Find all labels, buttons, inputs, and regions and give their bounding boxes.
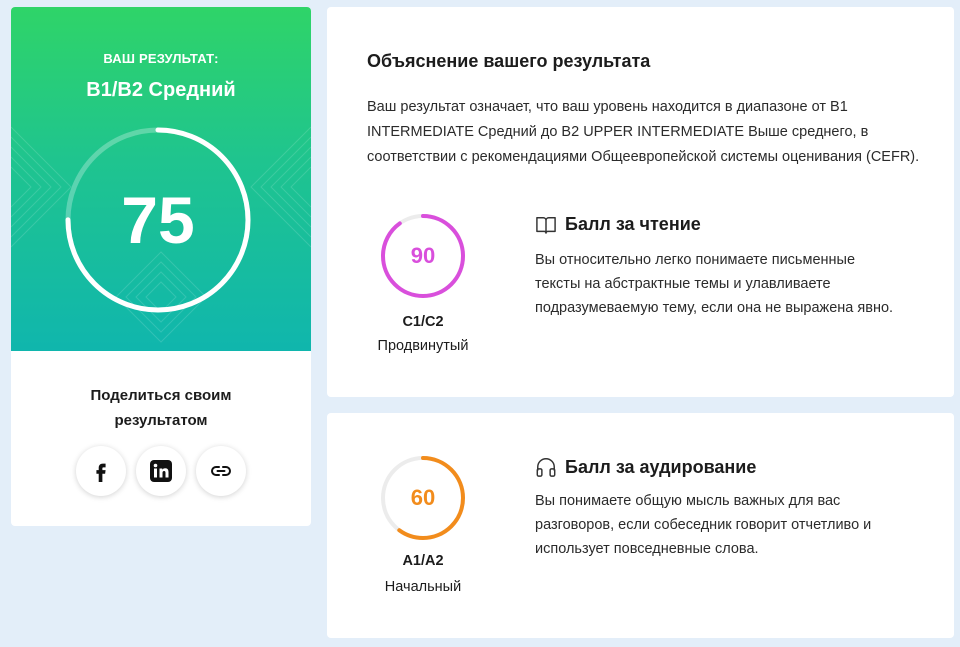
share-linkedin-button[interactable] [136, 446, 186, 496]
share-copy-link-button[interactable] [196, 446, 246, 496]
share-title: Поделиться своим результатом [90, 387, 232, 429]
reading-title: Балл за чтение [565, 214, 701, 234]
result-hero: ВАШ РЕЗУЛЬТАТ: B1/B2 Средний 75 [11, 7, 311, 351]
listening-title: Балл за аудирование [565, 456, 757, 477]
listening-heading: Балл за аудирование [535, 456, 756, 478]
book-icon [536, 216, 556, 234]
reading-text: Вы относительно легко понимаете письменн… [535, 252, 894, 316]
result-level: B1/B2 Средний [86, 79, 236, 101]
reading-score: 90 [410, 243, 436, 268]
listening-text: Вы понимаете общую мысль важных для вас … [535, 493, 872, 557]
explanation-card: Объяснение вашего результата Ваш результ… [327, 7, 954, 397]
reading-level-code: C1/C2 [402, 314, 444, 330]
link-icon [211, 466, 231, 476]
facebook-icon [96, 463, 106, 482]
reading-level-name: Продвинутый [377, 338, 469, 354]
share-facebook-button[interactable] [76, 446, 126, 496]
result-card: ВАШ РЕЗУЛЬТАТ: B1/B2 Средний 75 Поделить… [11, 7, 311, 526]
listening-score: 60 [410, 485, 436, 510]
listening-level-code: A1/A2 [402, 553, 444, 569]
result-score: 75 [121, 183, 195, 257]
explanation-title: Объяснение вашего результата [367, 51, 651, 71]
result-label: ВАШ РЕЗУЛЬТАТ: [103, 51, 219, 66]
explanation-text: Ваш результат означает, что ваш уровень … [367, 99, 920, 165]
linkedin-icon [150, 460, 172, 482]
headphones-icon [536, 458, 556, 477]
listening-card: 60 A1/A2 Начальный Балл за аудирование В… [327, 413, 954, 638]
listening-level-name: Начальный [384, 579, 462, 595]
reading-heading: Балл за чтение [535, 214, 701, 235]
